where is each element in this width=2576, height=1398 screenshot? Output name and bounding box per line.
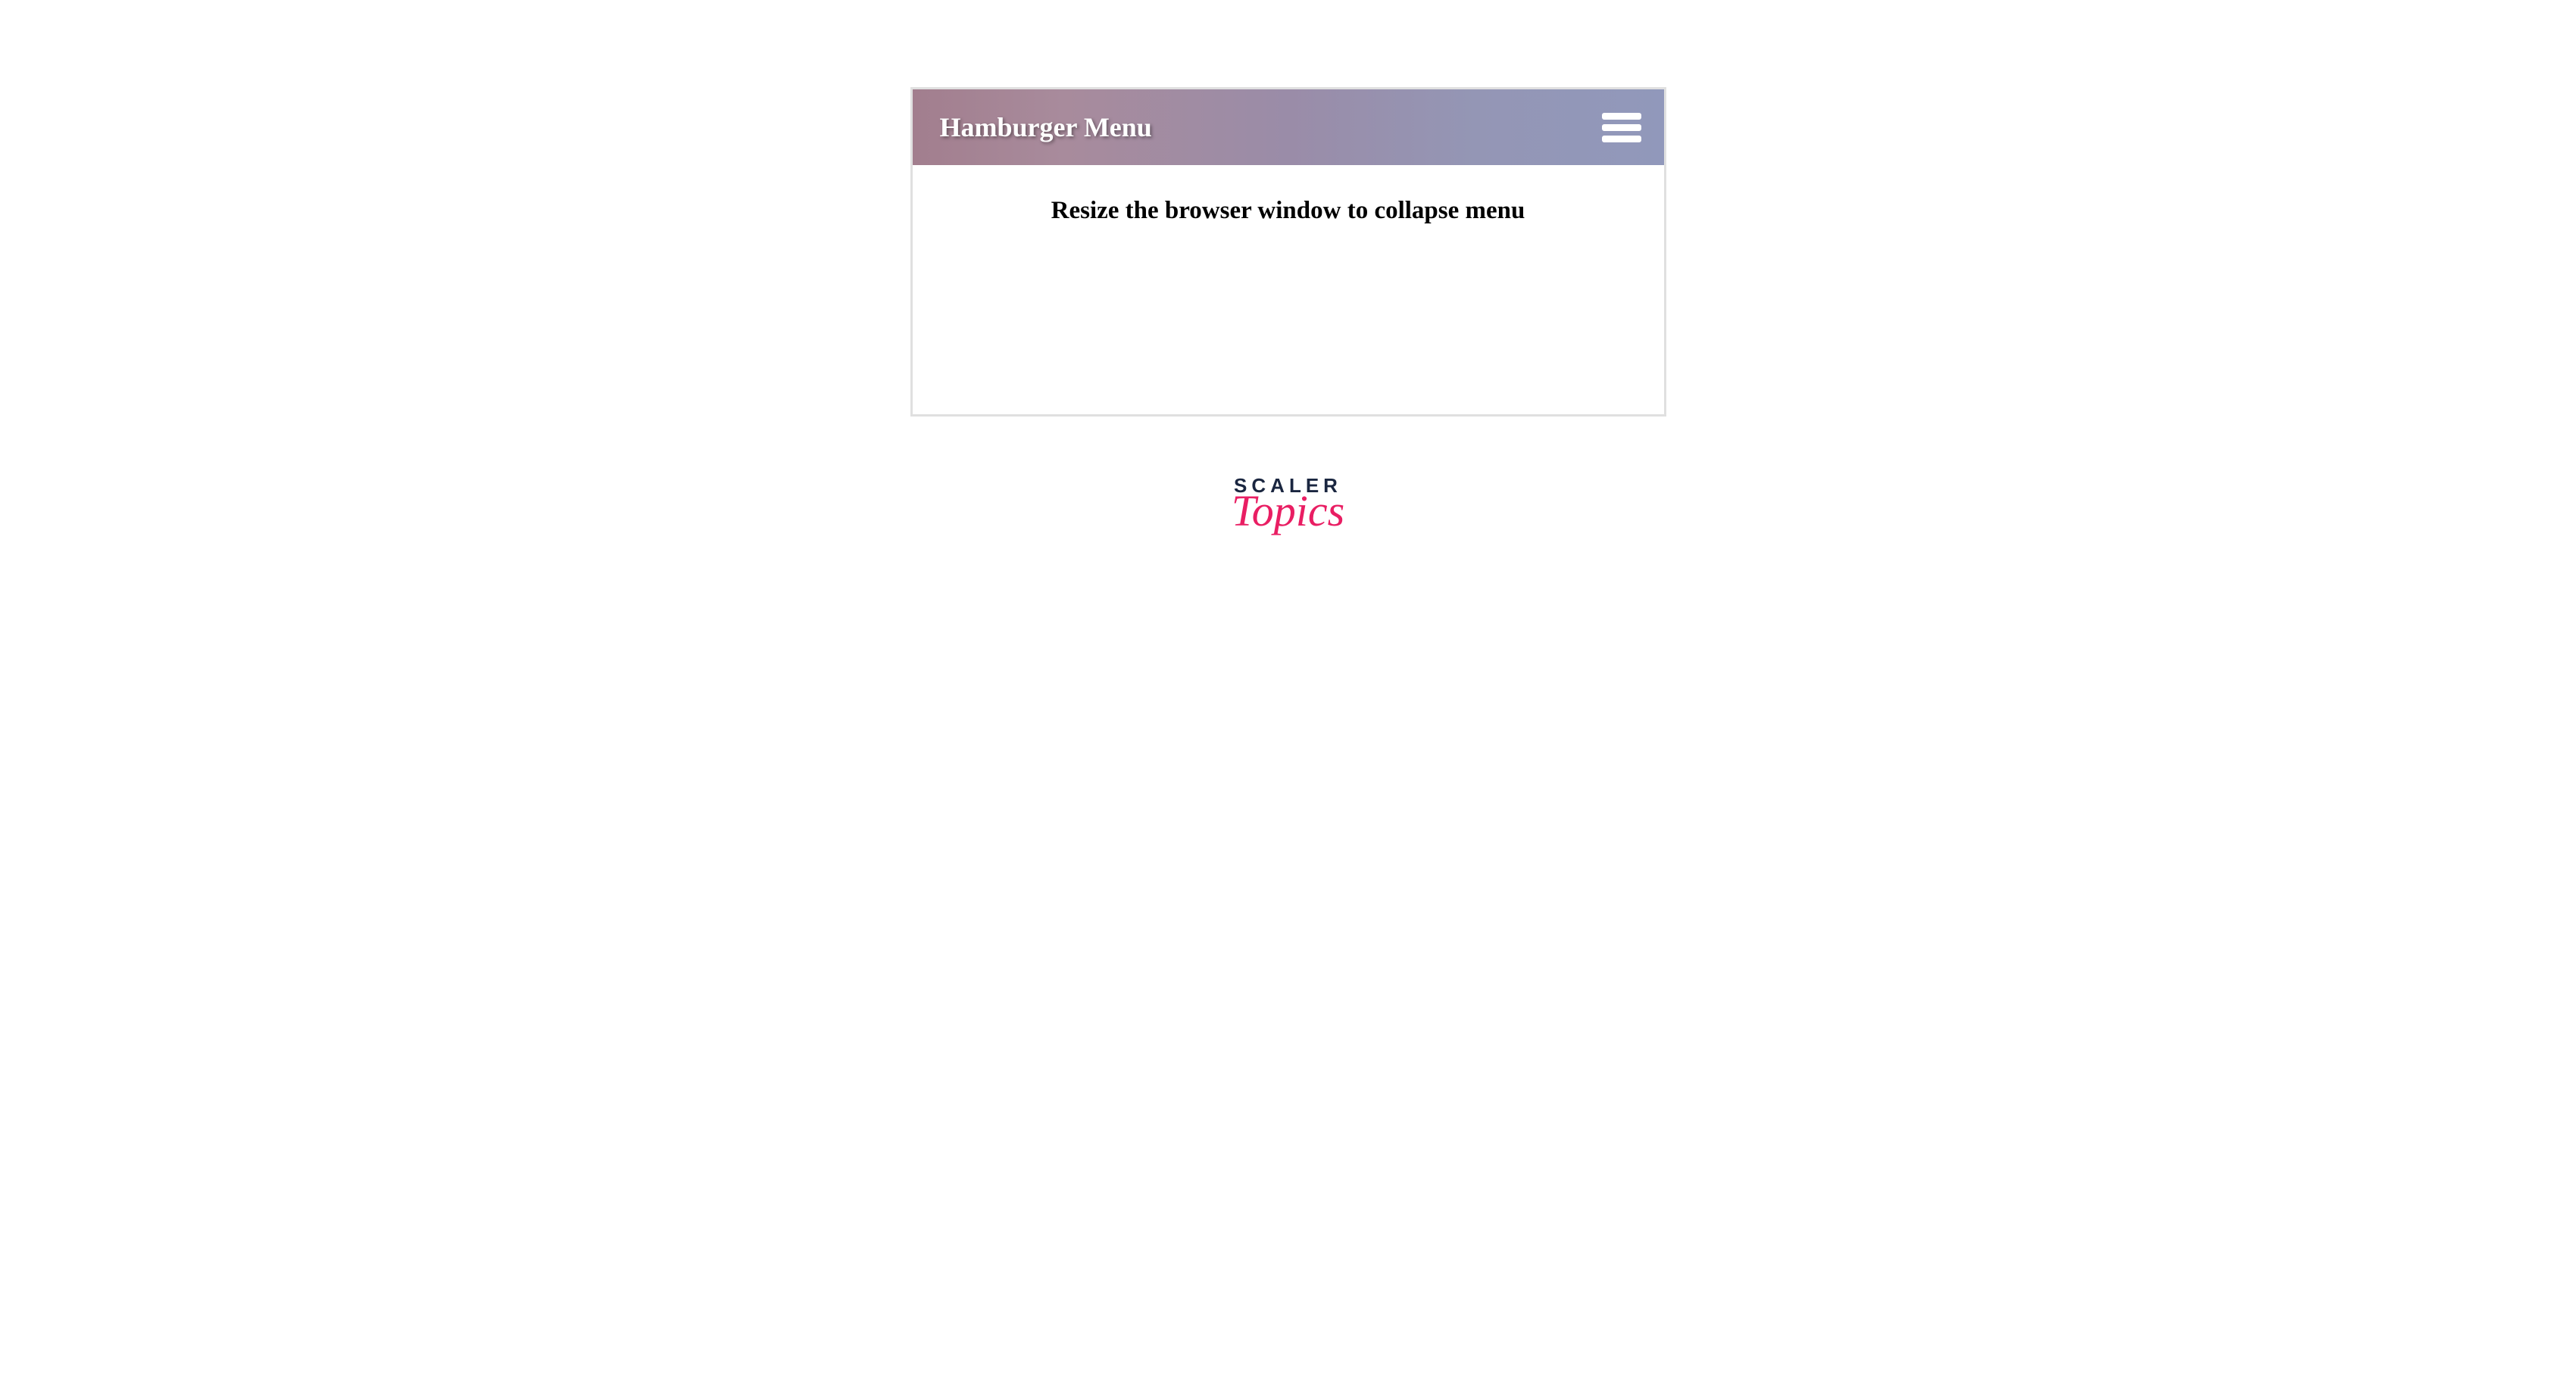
hamburger-bar-icon: [1602, 136, 1641, 142]
navbar-title: Hamburger Menu: [940, 111, 1152, 143]
hamburger-bar-icon: [1602, 113, 1641, 120]
scaler-topics-logo: SCALER Topics: [1232, 474, 1344, 527]
hamburger-bar-icon: [1602, 124, 1641, 131]
content-area: Resize the browser window to collapse me…: [913, 165, 1664, 414]
app-window: Hamburger Menu Resize the browser window…: [910, 87, 1666, 417]
content-heading: Resize the browser window to collapse me…: [1051, 197, 1525, 414]
hamburger-menu-button[interactable]: [1602, 113, 1641, 142]
logo-topics-text: Topics: [1232, 496, 1344, 527]
navbar: Hamburger Menu: [913, 89, 1664, 165]
